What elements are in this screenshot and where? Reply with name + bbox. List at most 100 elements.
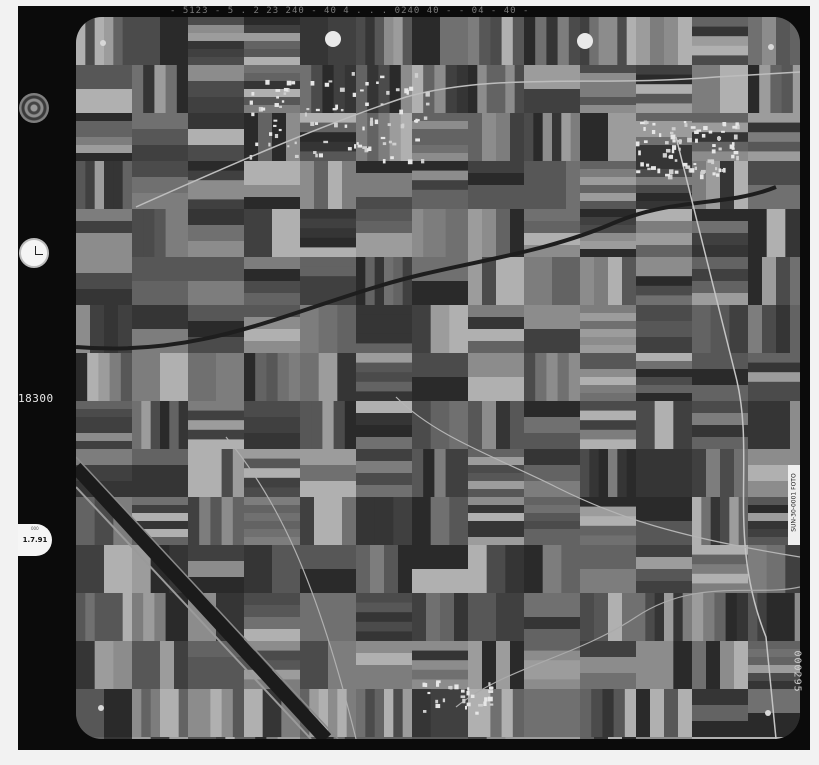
fiducial-mark-icon	[325, 31, 341, 47]
field-parcel	[384, 545, 399, 594]
field-parcel	[748, 391, 800, 402]
field-parcel	[337, 689, 348, 738]
field-parcel	[434, 209, 447, 258]
village-building	[736, 155, 739, 161]
field-parcel	[748, 381, 800, 392]
field-parcel	[748, 305, 763, 354]
field-parcel	[188, 81, 245, 98]
field-parcel	[580, 673, 637, 690]
field-parcel	[328, 161, 343, 210]
village-building	[369, 120, 374, 126]
field-parcel	[76, 145, 133, 154]
field-parcel	[468, 65, 478, 114]
field-parcel	[617, 449, 628, 498]
field-parcel	[636, 497, 693, 522]
field-parcel	[748, 401, 763, 450]
village-building	[425, 91, 430, 97]
field-parcel	[300, 228, 357, 239]
field-parcel	[524, 669, 581, 680]
village-building	[424, 683, 428, 688]
village-building	[304, 112, 307, 117]
field-parcel	[636, 93, 693, 104]
field-parcel	[692, 45, 749, 56]
village-building	[657, 168, 661, 174]
field-parcel	[468, 473, 525, 482]
field-parcel	[356, 221, 413, 234]
field-parcel	[122, 593, 133, 642]
village-building	[376, 81, 379, 84]
field-parcel	[580, 439, 637, 450]
field-parcel	[650, 689, 665, 738]
field-parcel	[626, 449, 637, 498]
field-parcel	[580, 641, 637, 658]
village-building	[382, 142, 387, 146]
field-parcel	[122, 17, 133, 66]
field-parcel	[501, 689, 514, 738]
field-parcel	[557, 353, 570, 402]
field-parcel	[533, 113, 544, 162]
field-parcel	[356, 593, 413, 604]
village-building	[249, 100, 253, 105]
field-parcel	[636, 689, 651, 738]
field-parcel	[468, 401, 483, 450]
village-building	[488, 686, 494, 690]
field-parcel	[468, 489, 525, 498]
field-parcel	[636, 17, 651, 66]
field-parcel	[85, 161, 96, 210]
field-parcel	[76, 409, 133, 418]
fiducial-mark-icon	[100, 40, 106, 46]
field-parcel	[76, 417, 133, 426]
village-building	[310, 121, 315, 126]
field-parcel	[692, 26, 749, 37]
village-building	[735, 122, 739, 126]
village-building	[261, 107, 266, 111]
field-parcel	[393, 497, 413, 546]
village-building	[475, 711, 479, 715]
field-parcel	[580, 201, 637, 210]
field-parcel	[76, 433, 133, 442]
field-parcel	[412, 153, 469, 162]
village-building	[374, 119, 379, 125]
field-parcel	[244, 105, 301, 114]
field-parcel	[244, 257, 301, 270]
field-parcel	[430, 401, 450, 450]
village-building	[448, 686, 453, 690]
field-parcel	[337, 353, 357, 402]
village-building	[409, 86, 414, 91]
field-parcel	[398, 545, 413, 594]
village-building	[368, 146, 372, 152]
field-parcel	[132, 641, 147, 690]
field-parcel	[703, 593, 715, 642]
field-parcel	[468, 641, 483, 690]
field-parcel	[356, 413, 413, 426]
field-parcel	[423, 65, 435, 114]
village-building	[265, 79, 270, 85]
field-parcel	[748, 113, 800, 124]
field-parcel	[624, 689, 637, 738]
field-parcel	[104, 305, 119, 354]
field-parcel	[692, 36, 749, 47]
field-parcel	[636, 569, 693, 582]
fiducial-mark-icon	[98, 705, 104, 711]
field-parcel	[150, 689, 161, 738]
village-building	[344, 124, 348, 128]
field-parcel	[188, 673, 245, 690]
field-parcel	[636, 321, 693, 338]
field-parcel	[720, 449, 735, 498]
field-parcel	[356, 545, 371, 594]
field-parcel	[636, 84, 693, 95]
field-parcel	[714, 593, 727, 642]
field-parcel	[356, 17, 366, 66]
field-parcel	[402, 257, 413, 306]
field-parcel	[188, 429, 245, 440]
field-parcel	[598, 449, 609, 498]
village-building	[251, 112, 255, 117]
village-building	[731, 147, 735, 150]
field-parcel	[300, 209, 357, 220]
field-parcel	[790, 401, 800, 450]
field-parcel	[412, 545, 469, 570]
field-parcel	[356, 197, 413, 210]
village-building	[695, 138, 698, 143]
field-parcel	[546, 353, 559, 402]
field-parcel	[132, 593, 144, 642]
